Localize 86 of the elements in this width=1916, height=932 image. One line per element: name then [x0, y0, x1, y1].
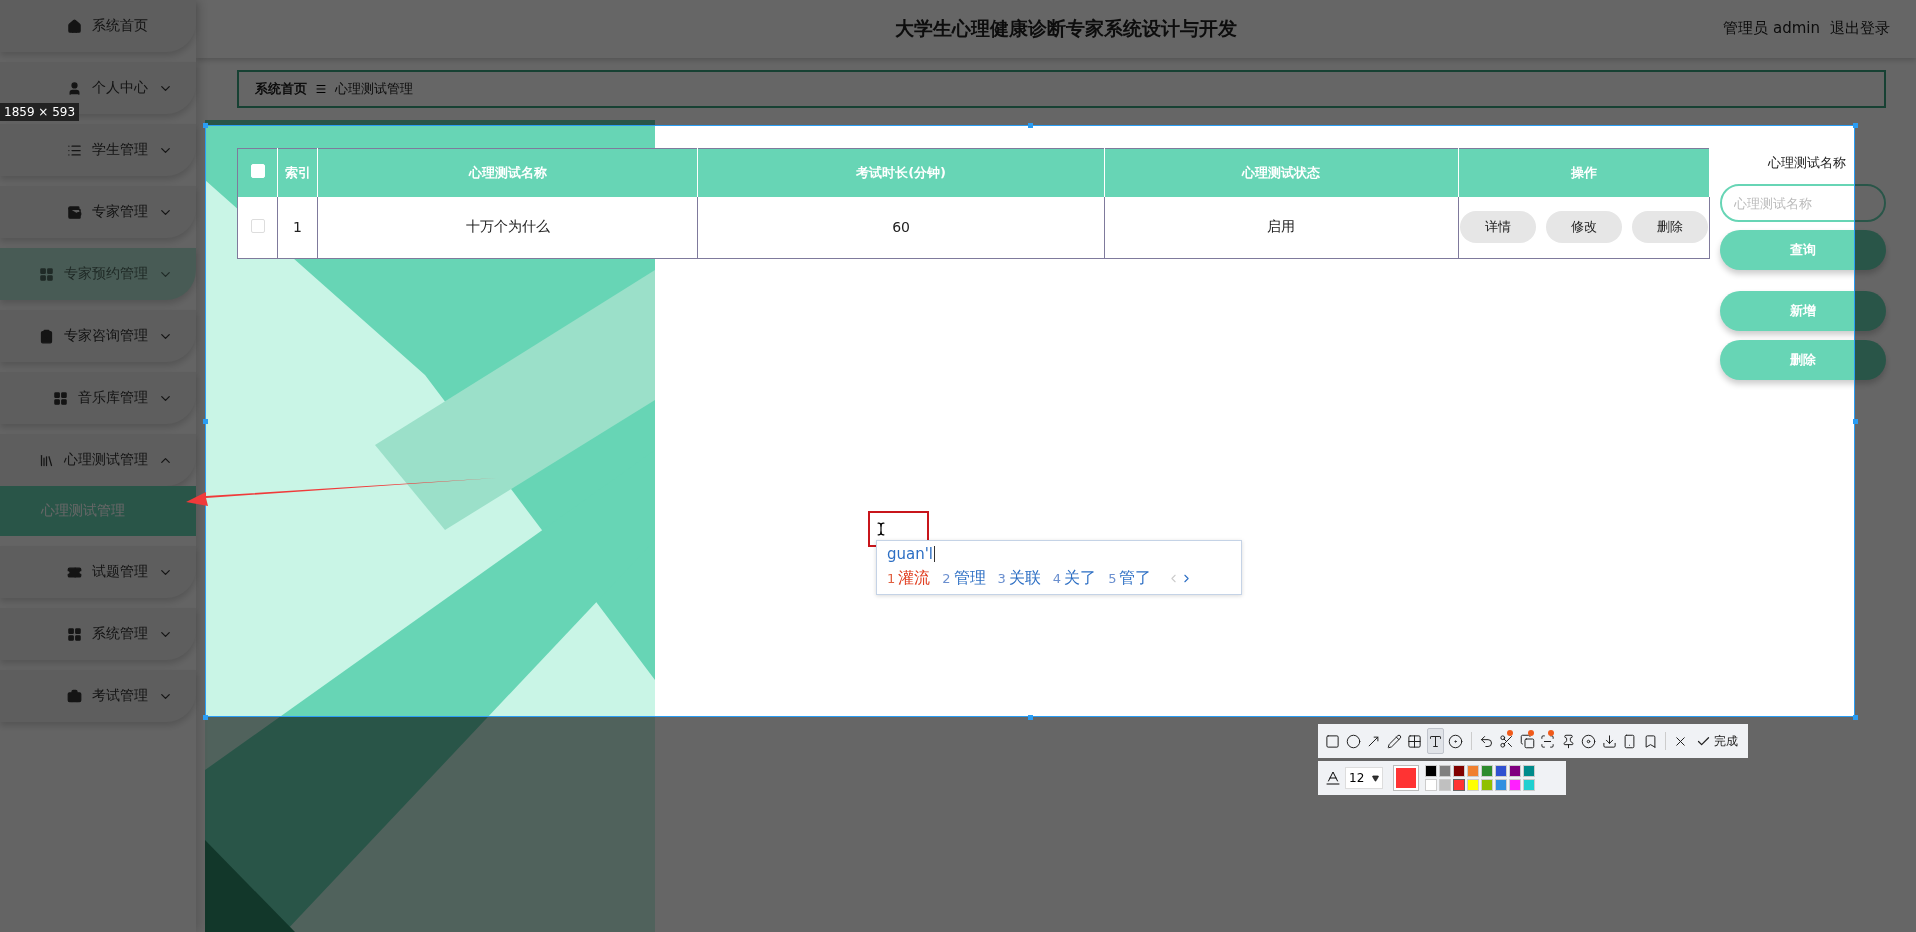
- row-action-button[interactable]: 详情: [1460, 211, 1536, 244]
- ime-candidate[interactable]: 1 灌流: [887, 568, 931, 589]
- numbered-circle-icon: [1448, 733, 1464, 749]
- ime-candidate[interactable]: 4 关了: [1052, 568, 1097, 589]
- table-cell: 启用: [1104, 196, 1459, 259]
- pin-icon: [1560, 733, 1576, 749]
- user-name: 管理员 admin: [1723, 19, 1820, 38]
- menu-item-icon: [67, 80, 82, 96]
- menu-icon: [315, 83, 327, 95]
- logout-link[interactable]: 退出登录: [1830, 19, 1890, 38]
- row-action-button[interactable]: 修改: [1546, 211, 1622, 244]
- resize-handle[interactable]: [203, 419, 208, 424]
- rectangle-icon: [1325, 733, 1341, 749]
- bookmark-icon: [1642, 733, 1658, 749]
- add-button[interactable]: 新增: [1720, 291, 1886, 331]
- menu-item-icon: [67, 688, 82, 704]
- font-size-dropdown[interactable]: 12: [1345, 767, 1383, 789]
- notification-dot: [1548, 730, 1555, 736]
- menu-item-icon: [67, 142, 82, 158]
- sidebar-item[interactable]: 系统管理: [0, 608, 196, 660]
- row-checkbox[interactable]: [250, 218, 265, 233]
- column-header: 索引: [277, 148, 318, 197]
- capture-selection[interactable]: [205, 125, 1855, 717]
- sidebar-item[interactable]: 专家管理: [0, 186, 196, 238]
- circle-icon: [1345, 733, 1361, 749]
- column-header: 操作: [1458, 148, 1710, 197]
- resize-handle[interactable]: [203, 715, 208, 720]
- breadcrumb-link[interactable]: 系统首页: [255, 80, 307, 98]
- menu-item-icon: [67, 626, 82, 642]
- search-label: 心理测试名称: [1767, 154, 1847, 172]
- ime-input-text: guan'l: [887, 545, 934, 563]
- download-icon: [1601, 733, 1617, 749]
- column-header: 心理测试名称: [317, 148, 698, 197]
- page-title: 大学生心理健康诊断专家系统设计与开发: [894, 16, 1237, 41]
- capture-size-label: 1859 × 593: [0, 103, 80, 121]
- font-size-icon: [1324, 769, 1342, 787]
- column-header: 心理测试状态: [1104, 148, 1459, 197]
- sidebar-item[interactable]: 学生管理: [0, 124, 196, 176]
- sidebar-item[interactable]: 专家咨询管理: [0, 310, 196, 362]
- resize-handle[interactable]: [1028, 715, 1033, 720]
- sidebar-item[interactable]: 音乐库管理: [0, 372, 196, 424]
- menu-item-icon: [39, 266, 54, 282]
- toolbar-button[interactable]: [1426, 728, 1445, 754]
- resize-handle[interactable]: [203, 123, 208, 128]
- menu-item-icon: [39, 328, 54, 344]
- column-header: 考试时长(分钟): [698, 148, 1105, 197]
- scan-icon: [1540, 733, 1556, 749]
- menu-item-icon: [67, 204, 82, 220]
- menu-item-icon: [39, 452, 54, 468]
- mosaic-icon: [1407, 733, 1423, 749]
- sidebar-item[interactable]: 系统首页: [0, 0, 196, 52]
- pencil-icon: [1386, 733, 1402, 749]
- sidebar-item[interactable]: 考试管理: [0, 670, 196, 722]
- delete-button[interactable]: 删除: [1720, 340, 1886, 380]
- table-cell: 十万个为什么: [317, 196, 698, 259]
- copy-icon: [1519, 733, 1535, 749]
- table-cell: 1: [277, 196, 318, 259]
- sidebar-item[interactable]: 心理测试管理: [0, 434, 196, 486]
- scissors-icon: [1499, 733, 1514, 749]
- select-all-checkbox[interactable]: [250, 164, 265, 179]
- resize-handle[interactable]: [1028, 123, 1033, 128]
- ime-candidate[interactable]: 3 关联: [997, 568, 1041, 589]
- done-button[interactable]: 完成: [1692, 732, 1743, 750]
- phone-icon: [1622, 733, 1638, 749]
- search-field[interactable]: 心理测试名称: [1720, 184, 1886, 222]
- notification-dot: [1507, 730, 1514, 736]
- dropdown-caret-icon: [1372, 774, 1379, 782]
- menu-item-icon: [67, 564, 82, 580]
- resize-handle[interactable]: [1853, 123, 1858, 128]
- text-icon: [1427, 733, 1443, 749]
- menu-item-icon: [53, 390, 68, 406]
- menu-item-icon: [67, 18, 82, 34]
- notification-dot: [1527, 730, 1534, 736]
- resize-handle[interactable]: [1853, 419, 1858, 424]
- record-icon: [1581, 733, 1597, 749]
- table-cell: 60: [698, 196, 1105, 259]
- breadcrumb-current: 心理测试管理: [335, 80, 413, 98]
- ime-candidate[interactable]: 2 管理: [942, 568, 986, 589]
- ime-candidate[interactable]: 5 管了: [1108, 568, 1152, 589]
- sidebar-item[interactable]: 试题管理: [0, 546, 196, 598]
- resize-handle[interactable]: [1853, 715, 1858, 720]
- row-action-button[interactable]: 删除: [1632, 211, 1708, 244]
- search-button[interactable]: 查询: [1720, 230, 1886, 270]
- undo-icon: [1478, 733, 1494, 749]
- arrow-icon: [1366, 733, 1382, 749]
- color-swatch[interactable]: [1453, 779, 1465, 791]
